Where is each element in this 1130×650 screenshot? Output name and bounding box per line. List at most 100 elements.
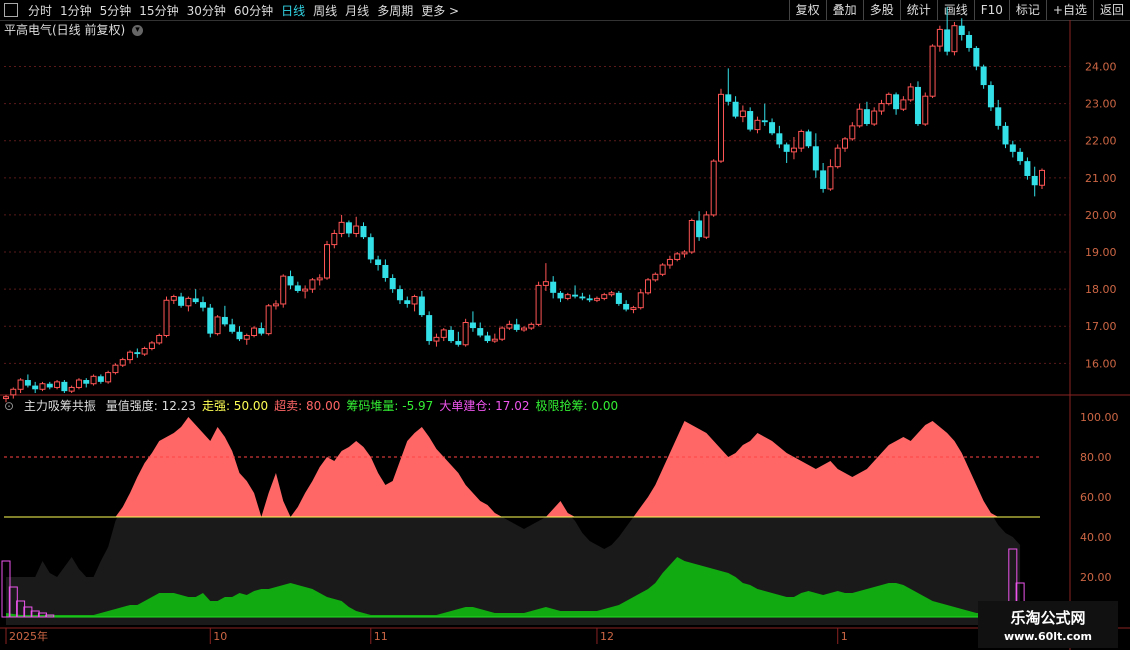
candle-body-up — [243, 334, 250, 340]
candle-body-down — [812, 146, 819, 171]
chart-canvas: 16.00 17.00 18.00 19.00 20.00 21.00 22.00 23.00… — [0, 7, 1130, 650]
candle-body-up — [703, 214, 710, 238]
candle-body-up — [491, 338, 498, 342]
candle-body-up — [601, 294, 608, 299]
candle-body-down — [615, 292, 622, 304]
candle-body-down — [389, 277, 396, 290]
candle-body-down — [944, 29, 951, 52]
ind-tick-label: 20.00 — [1080, 571, 1112, 584]
candle-body-up — [951, 25, 958, 53]
candle-body-up — [871, 110, 878, 125]
candle-body-up — [900, 99, 907, 110]
candle-body-up — [754, 119, 761, 131]
candle-body-down — [732, 101, 739, 117]
candle-body-down — [61, 381, 68, 392]
ind-tick-label: 80.00 — [1080, 451, 1112, 464]
watermark: 乐淘公式网 www.60lt.com — [978, 601, 1118, 648]
candle-body-up — [316, 277, 323, 281]
x-tick-label: 2025年 — [9, 629, 48, 643]
candle-body-up — [105, 372, 112, 383]
candle-body-down — [1017, 151, 1024, 162]
ind-tick-label: 60.00 — [1080, 491, 1112, 504]
candle-body-up — [688, 219, 695, 253]
candle-body-up — [280, 275, 287, 305]
candle-body-up — [659, 264, 666, 275]
candle-body-down — [134, 352, 141, 355]
candle-body-down — [375, 259, 382, 266]
candle-body-down — [192, 298, 199, 303]
candle-body-up — [842, 138, 849, 149]
candle-body-down — [469, 322, 476, 329]
candle-body-up — [499, 327, 506, 340]
candle-body-up — [214, 316, 221, 335]
candle-body-up — [542, 281, 549, 286]
chevron-down-icon[interactable]: ⊙ — [4, 399, 14, 413]
candle-body-down — [236, 331, 243, 340]
x-tick-label: 11 — [374, 630, 388, 643]
candle-body-up — [535, 284, 542, 325]
candle-body-up — [324, 244, 331, 279]
candle-body-down — [229, 324, 236, 332]
candle-body-up — [834, 147, 841, 168]
candle-body-up — [637, 292, 644, 309]
candle-body-down — [1024, 161, 1031, 176]
indicator-value: 超卖: 80.00 — [274, 399, 341, 413]
candle-body-down — [966, 34, 973, 48]
indicator-value: 量值强度: 12.23 — [105, 399, 196, 413]
candle-body-up — [645, 279, 652, 294]
candle-body-up — [353, 225, 360, 234]
candle-body-up — [119, 359, 126, 366]
x-tick-label: 10 — [213, 630, 227, 643]
candle-body-down — [769, 122, 776, 134]
candle-body-down — [623, 303, 630, 310]
candle-body-down — [958, 25, 965, 35]
x-tick-label: 12 — [600, 630, 614, 643]
y-tick-label: 22.00 — [1085, 135, 1117, 148]
candle-body-down — [1009, 144, 1016, 152]
candle-body-up — [521, 327, 527, 331]
candle-body-down — [404, 300, 411, 304]
candle-body-up — [790, 147, 797, 153]
indicator-legend: ⊙ 主力吸筹共振 量值强度: 12.23 走强: 50.00 超卖: 80.00 筹码… — [4, 397, 630, 414]
candle-body-down — [783, 144, 790, 152]
candle-body-up — [302, 288, 309, 292]
y-tick-label: 23.00 — [1085, 98, 1117, 111]
candle-body-down — [914, 86, 921, 125]
indicator-value: 走强: 50.00 — [201, 399, 269, 413]
candle-body-up — [39, 383, 46, 390]
candle-body-down — [484, 335, 491, 342]
candle-body-down — [572, 294, 579, 297]
candle-body-down — [557, 292, 564, 299]
candle-body-down — [863, 109, 870, 125]
candle-body-up — [68, 386, 75, 392]
candle-body-down — [513, 324, 520, 330]
candle-body-up — [462, 322, 469, 346]
y-tick-label: 21.00 — [1085, 172, 1117, 185]
candle-body-up — [17, 379, 24, 390]
candle-body-up — [666, 258, 673, 266]
candle-body-down — [776, 133, 783, 145]
candle-body-up — [564, 294, 571, 299]
candle-body-down — [1002, 125, 1009, 145]
candle-body-up — [338, 221, 345, 234]
candle-body-up — [907, 86, 914, 101]
candle-body-down — [987, 85, 994, 108]
indicator-value: 极限抢筹: 0.00 — [535, 399, 619, 413]
candle-body-down — [83, 380, 90, 384]
candle-body-down — [893, 94, 900, 110]
candle-body-up — [798, 130, 805, 149]
candle-body-down — [46, 383, 53, 388]
candle-body-up — [141, 347, 148, 355]
candle-body-down — [1031, 175, 1038, 186]
candle-body-down — [396, 289, 403, 301]
candle-body-down — [32, 385, 39, 390]
candle-body-down — [178, 296, 185, 306]
candle-body-up — [922, 95, 929, 125]
candle-body-up — [163, 299, 170, 336]
candle-body-down — [24, 380, 31, 386]
candle-body-up — [710, 160, 717, 216]
candle-body-down — [294, 285, 301, 291]
x-tick-label: 1 — [841, 630, 848, 643]
candle-body-up — [309, 279, 316, 290]
candle-body-up — [717, 93, 724, 162]
